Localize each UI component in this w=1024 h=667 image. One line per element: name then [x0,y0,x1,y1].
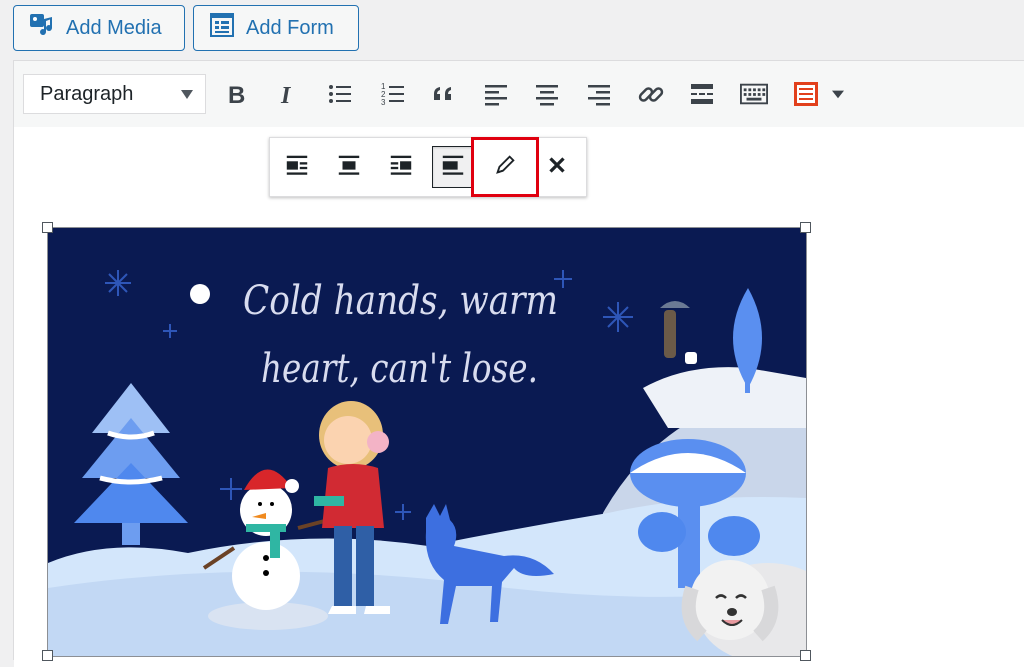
media-icon [28,11,56,45]
italic-icon[interactable]: I [269,75,305,113]
add-form-label: Add Form [246,16,334,39]
align-left-icon[interactable] [478,75,514,113]
form-icon[interactable] [788,75,824,113]
link-icon[interactable] [633,75,669,113]
svg-text:I: I [280,83,292,108]
format-select[interactable]: Paragraph [23,74,206,114]
format-select-value: Paragraph [40,82,134,105]
resize-handle-bottom-left[interactable] [42,650,53,661]
image-align-right-button[interactable] [380,146,422,188]
read-more-icon[interactable] [684,75,720,113]
dropdown-caret-icon[interactable] [826,75,850,113]
resize-handle-top-left[interactable] [42,222,53,233]
quote-line-2: heart, can't lose. [261,346,538,392]
add-media-label: Add Media [66,16,162,39]
bulleted-list-icon[interactable] [322,75,358,113]
align-none-icon [440,152,466,183]
image-inline-toolbar [269,137,587,197]
svg-text:3: 3 [381,98,386,107]
editor: Paragraph B I 123 Cold hands, warm heart… [13,60,1024,667]
align-right-icon[interactable] [581,75,617,113]
remove-icon [544,152,570,183]
resize-handle-bottom-right[interactable] [800,650,811,661]
toolbar-toggle-icon[interactable] [736,75,772,113]
selected-image[interactable]: Cold hands, warm heart, can't lose. [47,227,807,657]
add-form-button[interactable]: Add Form [193,5,359,51]
blockquote-icon[interactable] [426,75,462,113]
svg-text:B: B [228,82,245,108]
quote-line-1: Cold hands, warm [243,278,558,324]
image-align-none-button[interactable] [432,146,474,188]
image-edit-button[interactable] [484,146,526,188]
resize-handle-top-right[interactable] [800,222,811,233]
align-center-icon[interactable] [529,75,565,113]
align-center-icon [336,152,362,183]
image-align-left-button[interactable] [276,146,318,188]
add-media-button[interactable]: Add Media [13,5,185,51]
numbered-list-icon[interactable]: 123 [375,75,411,113]
align-left-icon [284,152,310,183]
editor-toolbar: Paragraph B I 123 [14,61,1024,128]
editor-content[interactable]: Cold hands, warm heart, can't lose. [14,127,1024,667]
edit-pencil-icon [492,152,518,183]
bold-icon[interactable]: B [218,75,254,113]
chevron-down-icon [181,90,193,99]
image-align-center-button[interactable] [328,146,370,188]
image-remove-button[interactable] [536,146,578,188]
form-icon [208,11,236,45]
align-right-icon [388,152,414,183]
